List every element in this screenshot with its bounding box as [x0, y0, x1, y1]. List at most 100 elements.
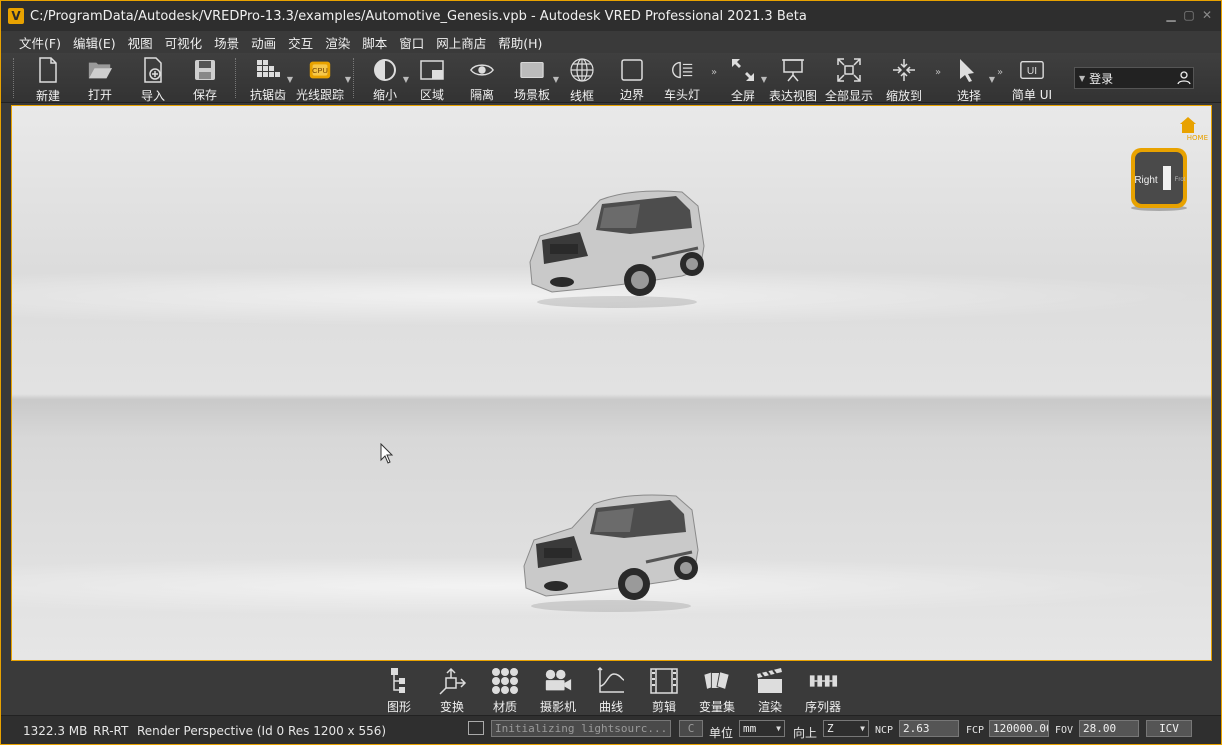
cpu-chip-icon: CPU	[307, 57, 333, 82]
raytrace-label: 光线跟踪	[295, 88, 344, 102]
region-label: 区域	[419, 88, 444, 102]
raytrace-button[interactable]: CPU ▼ 光线跟踪	[291, 53, 351, 103]
module-clip-button[interactable]: 剪辑	[639, 663, 689, 715]
console-clear-button[interactable]: C	[679, 720, 703, 737]
eye-icon	[469, 57, 495, 82]
zoomto-button[interactable]: 缩放到	[877, 53, 931, 103]
transform-icon	[437, 666, 467, 696]
menu-edit[interactable]: 编辑(E)	[67, 33, 122, 52]
module-variantset-button[interactable]: 变量集	[692, 663, 742, 715]
showall-label: 全部显示	[824, 89, 873, 103]
import-button[interactable]: 导入	[127, 53, 179, 103]
toolbar-overflow-chevron[interactable]: »	[931, 67, 945, 78]
module-transform-button[interactable]: 变换	[427, 663, 477, 715]
material-dots-icon	[490, 666, 520, 696]
render-viewport[interactable]: HOME Right Frot	[11, 105, 1212, 661]
select-button[interactable]: ▼ 选择	[945, 53, 995, 103]
menu-script[interactable]: 脚本	[356, 33, 393, 52]
menu-file[interactable]: 文件(F)	[13, 33, 67, 52]
wireframe-label: 线框	[569, 89, 594, 103]
ncp-input[interactable]: 2.63	[899, 720, 959, 737]
terminal-icon[interactable]	[468, 721, 484, 735]
module-camera-label: 摄影机	[539, 700, 576, 714]
raytrace-dropdown-arrow[interactable]: ▼	[345, 75, 351, 84]
units-select[interactable]: mm ▼	[739, 720, 785, 737]
import-file-icon	[140, 57, 166, 83]
car-model-bottom[interactable]	[516, 488, 706, 616]
fullscreen-button[interactable]: ▼ 全屏	[721, 53, 767, 103]
boundary-button[interactable]: 边界	[607, 53, 657, 103]
module-render-button[interactable]: 渲染	[745, 663, 795, 715]
headlight-button[interactable]: 车头灯	[657, 53, 707, 103]
zoomout-label: 缩小	[372, 88, 397, 102]
presentation-button[interactable]: 表达视图	[765, 53, 821, 103]
ui-box-icon: UI	[1019, 57, 1045, 82]
antialias-label: 抗锯齿	[249, 88, 286, 102]
open-label: 打开	[87, 88, 112, 102]
select-label: 选择	[956, 89, 981, 103]
menu-interaction[interactable]: 交互	[282, 33, 319, 52]
new-button[interactable]: 新建	[23, 53, 73, 103]
zoom-to-icon	[891, 57, 917, 83]
menu-visualization[interactable]: 可视化	[159, 33, 209, 52]
headlight-label: 车头灯	[663, 88, 700, 102]
module-graph-button[interactable]: 图形	[374, 663, 424, 715]
presentation-label: 表达视图	[768, 89, 817, 103]
vred-logo-icon: V	[8, 8, 24, 24]
simpleui-button[interactable]: UI 简单 UI	[1007, 53, 1057, 103]
menu-scene[interactable]: 场景	[208, 33, 245, 52]
antialias-button[interactable]: ▼ 抗锯齿	[245, 53, 293, 103]
menu-window[interactable]: 窗口	[393, 33, 430, 52]
module-curve-button[interactable]: 曲线	[586, 663, 636, 715]
menu-animation[interactable]: 动画	[245, 33, 282, 52]
region-button[interactable]: 区域	[407, 53, 457, 103]
showall-button[interactable]: 全部显示	[821, 53, 877, 103]
fullscreen-arrows-icon	[730, 57, 756, 83]
module-transform-label: 变换	[439, 700, 464, 714]
sequencer-icon	[808, 666, 838, 696]
new-label: 新建	[35, 89, 60, 103]
sceneplate-button[interactable]: ▼ 场景板	[507, 53, 559, 103]
toolbar-separator	[235, 58, 241, 98]
car-model-top[interactable]	[522, 184, 712, 312]
module-graph-label: 图形	[386, 700, 411, 714]
fov-input[interactable]: 28.00	[1079, 720, 1139, 737]
viewcube-widget[interactable]: Right Frot	[1129, 146, 1189, 212]
zoomout-button[interactable]: ▼ 缩小	[363, 53, 409, 103]
up-axis-select[interactable]: Z ▼	[823, 720, 869, 737]
zoomto-label: 缩放到	[885, 89, 922, 103]
fcp-input[interactable]: 120000.00	[989, 720, 1049, 737]
menu-bar: 文件(F) 编辑(E) 视图 可视化 场景 动画 交互 渲染 脚本 窗口 网上商…	[1, 31, 1221, 53]
module-variantset-label: 变量集	[698, 700, 735, 714]
toolbar-overflow-chevron[interactable]: »	[707, 67, 721, 78]
boundary-box-icon	[619, 57, 645, 82]
open-button[interactable]: 打开	[73, 53, 127, 103]
toolbar-grip[interactable]	[13, 58, 19, 98]
login-dropdown[interactable]: ▼ 登录	[1074, 67, 1194, 89]
module-clip-label: 剪辑	[651, 700, 676, 714]
menu-view[interactable]: 视图	[122, 33, 159, 52]
home-icon[interactable]	[1179, 116, 1197, 134]
console-output-field[interactable]: Initializing lightsourc...	[491, 720, 671, 737]
isolate-button[interactable]: 隔离	[457, 53, 507, 103]
menu-render[interactable]: 渲染	[319, 33, 356, 52]
icv-button[interactable]: ICV	[1146, 720, 1192, 737]
module-sequencer-button[interactable]: 序列器	[798, 663, 848, 715]
menu-help[interactable]: 帮助(H)	[492, 33, 548, 52]
module-material-button[interactable]: 材质	[480, 663, 530, 715]
maximize-button[interactable]: ▢	[1183, 9, 1195, 21]
region-icon	[419, 57, 445, 82]
module-camera-button[interactable]: 摄影机	[533, 663, 583, 715]
close-button[interactable]: ✕	[1201, 9, 1213, 21]
antialias-grid-icon	[255, 57, 281, 82]
minimize-button[interactable]: ▁	[1165, 9, 1177, 21]
menu-online-store[interactable]: 网上商店	[430, 33, 492, 52]
boundary-label: 边界	[619, 88, 644, 102]
user-icon	[1175, 69, 1193, 87]
select-dropdown-arrow[interactable]: ▼	[989, 75, 995, 84]
wireframe-button[interactable]: 线框	[557, 53, 607, 103]
save-button[interactable]: 保存	[179, 53, 231, 103]
scenegraph-icon	[384, 666, 414, 696]
up-axis-label: 向上	[793, 726, 818, 740]
toolbar-overflow-chevron[interactable]: »	[993, 67, 1007, 78]
